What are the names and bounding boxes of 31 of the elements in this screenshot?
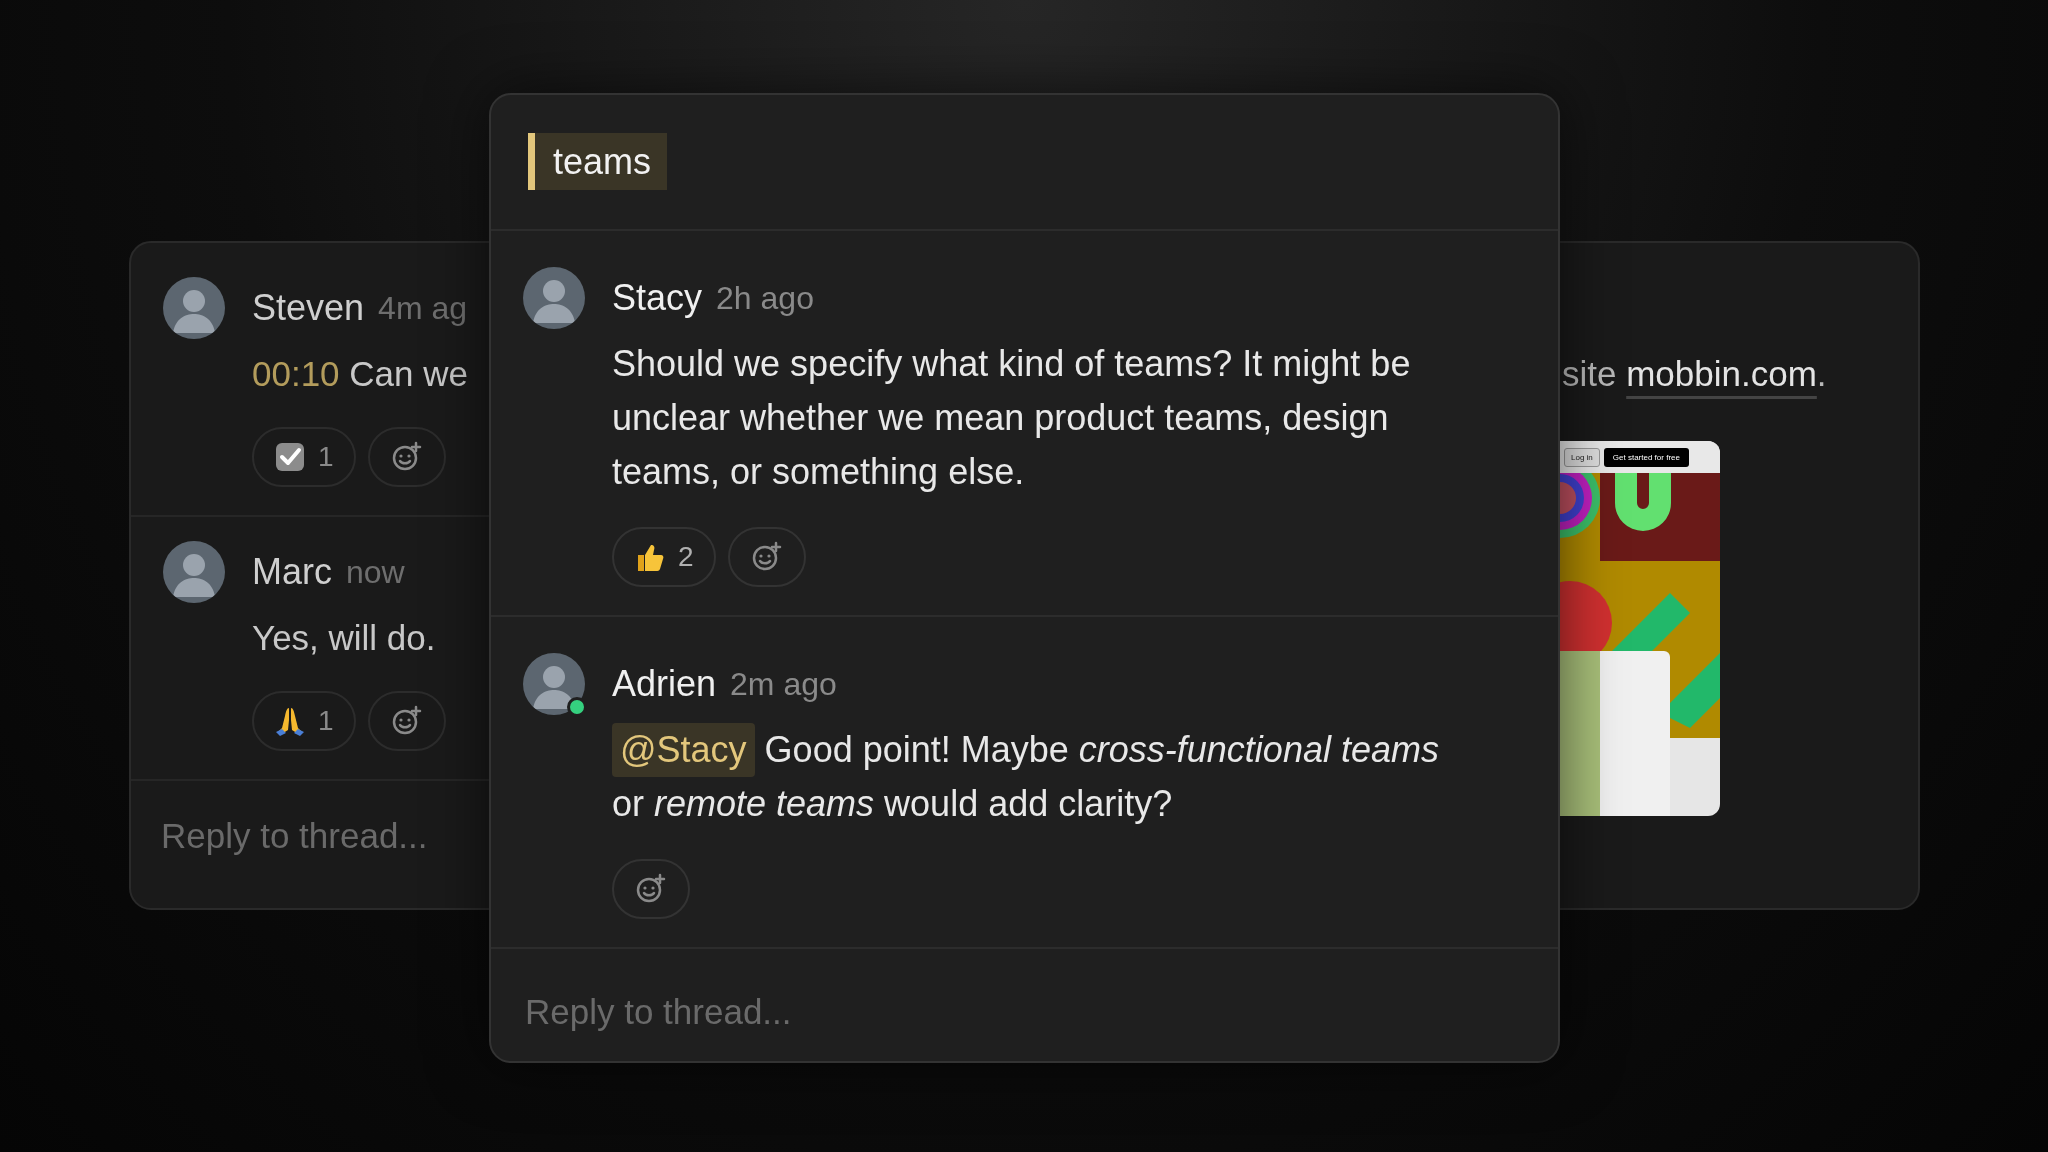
timestamp: 2h ago <box>716 279 814 317</box>
add-reaction-button[interactable] <box>612 859 690 919</box>
website-link[interactable]: mobbin.com <box>1626 354 1817 393</box>
reply-field[interactable]: Reply to thread... <box>525 987 1526 1037</box>
reaction-button[interactable]: 2 <box>612 527 716 587</box>
site-button[interactable]: Get started for free <box>1603 447 1689 467</box>
add-reaction-button[interactable] <box>367 691 446 751</box>
reply-field[interactable]: Reply to thread... <box>161 811 481 861</box>
author-name: Steven <box>252 287 365 329</box>
site-button[interactable]: Log in <box>1564 447 1600 467</box>
add-reaction-button[interactable] <box>367 427 446 487</box>
timestamp: 4m ag <box>378 289 467 327</box>
praying-hands-icon <box>274 705 306 737</box>
add-reaction-button[interactable] <box>727 527 806 587</box>
mention-link[interactable]: @Stacy <box>612 723 755 777</box>
timestamp: now <box>346 553 405 591</box>
reaction-button[interactable]: 1 <box>252 691 356 751</box>
check-box-icon <box>274 441 306 473</box>
message-text: Yes, will do. <box>252 617 437 659</box>
author-name: Adrien <box>612 663 717 705</box>
timestamp: 2m ago <box>730 665 837 703</box>
reaction-button[interactable]: 1 <box>252 427 356 487</box>
message-text: @Stacy Good point! Maybe cross-functional teams or remote teams would add clarity? <box>612 723 1472 831</box>
message-text: 00:10 Can we <box>252 353 469 395</box>
message-text: Should we specify what kind of teams? It might be unclear whether we mean product teams, design teams, or something else. <box>612 342 1412 494</box>
author-name: Stacy <box>612 277 703 319</box>
message-text: site mobbin.com. <box>1561 353 1828 395</box>
author-name: Marc <box>252 551 332 593</box>
time-code-link[interactable]: 00:10 <box>252 354 340 393</box>
add-reaction-icon <box>634 873 666 905</box>
highlighted-text: teams <box>528 133 668 190</box>
